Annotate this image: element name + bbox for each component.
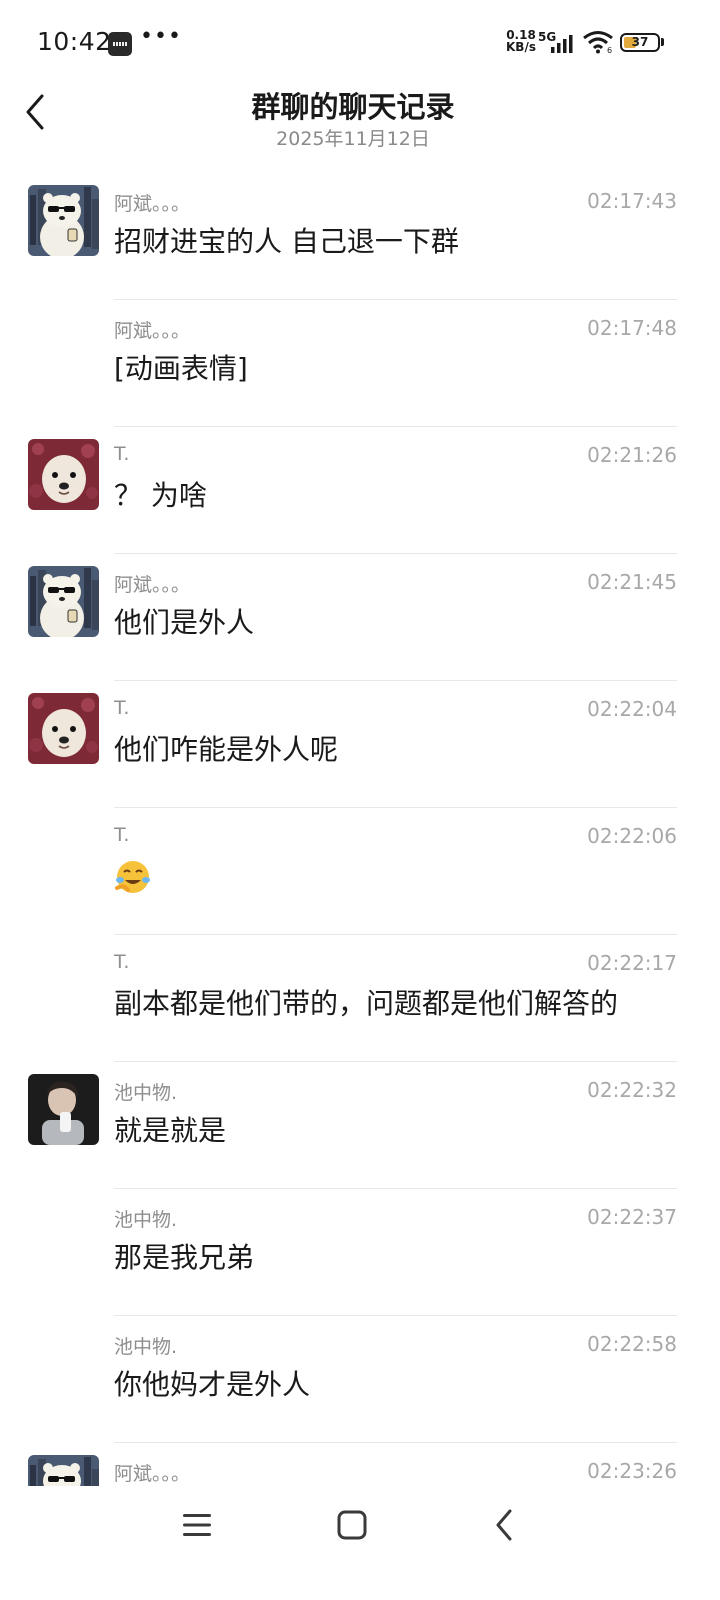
- laughing-crying-emoji-icon: [115, 861, 150, 893]
- more-notifications-icon: •••: [140, 24, 182, 49]
- network-speed-unit: KB/s: [506, 40, 536, 54]
- avatar-bear[interactable]: [28, 566, 99, 637]
- message-item[interactable]: 阿斌。。。 02:17:43 招财进宝的人 自己退一下群: [0, 173, 720, 300]
- avatar-dog[interactable]: [28, 439, 99, 510]
- message-text: 招财进宝的人 自己退一下群: [114, 225, 459, 258]
- message-sender: T.: [114, 697, 130, 719]
- message-sender: 池中物.: [114, 1082, 178, 1104]
- avatar-bear[interactable]: [28, 1455, 99, 1486]
- menu-icon[interactable]: [180, 1510, 214, 1540]
- message-item[interactable]: T. 02:22:06: [0, 808, 720, 935]
- message-list[interactable]: 阿斌。。。 02:17:43 招财进宝的人 自己退一下群 阿斌。。。 02:17…: [0, 173, 720, 1486]
- message-item[interactable]: 池中物. 02:22:32 就是就是: [0, 1062, 720, 1189]
- message-time: 02:22:17: [587, 951, 677, 975]
- chat-history-header: 群聊的聊天记录 2025年11月12日: [0, 80, 720, 160]
- message-text: 就是就是: [114, 1114, 227, 1147]
- status-bar: 10:42 ••• 0.18 KB/s 5G 6 37: [0, 0, 720, 80]
- message-item[interactable]: 阿斌。。。 02:21:45 他们是外人: [0, 554, 720, 681]
- message-time: 02:21:45: [587, 570, 677, 594]
- system-nav-bar: [0, 1486, 720, 1600]
- message-text: 你他妈才是外人: [114, 1368, 311, 1401]
- message-sender: T.: [114, 824, 130, 846]
- message-time: 02:22:58: [587, 1332, 677, 1356]
- message-item[interactable]: 阿斌。。。 02:17:48 [动画表情]: [0, 300, 720, 427]
- message-text: 那是我兄弟: [114, 1241, 255, 1274]
- back-triangle-icon[interactable]: [488, 1506, 522, 1544]
- message-text: ？ 为啥: [114, 479, 207, 512]
- message-time: 02:22:06: [587, 824, 677, 848]
- message-time: 02:23:26: [587, 1459, 677, 1483]
- sound-recorder-app-icon: [108, 32, 132, 56]
- page-title: 群聊的聊天记录: [251, 90, 455, 124]
- battery-tip: [661, 38, 664, 46]
- message-sender: 阿斌。。。: [114, 320, 191, 342]
- battery-level: 37: [631, 35, 649, 49]
- message-time: 02:22:32: [587, 1078, 677, 1102]
- message-sender: T.: [114, 443, 130, 465]
- network-speed: 0.18 KB/s: [504, 29, 538, 53]
- message-time: 02:22:04: [587, 697, 677, 721]
- message-sender: T.: [114, 951, 130, 973]
- avatar-bear[interactable]: [28, 185, 99, 256]
- message-sender: 阿斌。。。: [114, 574, 191, 596]
- message-time: 02:22:37: [587, 1205, 677, 1229]
- message-item[interactable]: T. 02:22:04 他们咋能是外人呢: [0, 681, 720, 808]
- avatar-man[interactable]: [28, 1074, 99, 1145]
- message-sender: 阿斌。。。: [114, 193, 191, 215]
- wifi-icon: 6: [583, 31, 613, 54]
- message-sender: 阿斌。。。: [114, 1463, 191, 1485]
- message-time: 02:21:26: [587, 443, 677, 467]
- battery-indicator: 37: [620, 33, 660, 52]
- cellular-signal-icon: [551, 35, 573, 53]
- status-time: 10:42: [37, 27, 112, 56]
- back-button[interactable]: [18, 92, 58, 136]
- message-sender: 池中物.: [114, 1209, 178, 1231]
- message-item[interactable]: 池中物. 02:22:58 你他妈才是外人: [0, 1316, 720, 1443]
- message-text: [动画表情]: [114, 352, 248, 385]
- home-square-icon[interactable]: [335, 1508, 369, 1542]
- message-item[interactable]: T. 02:21:26 ？ 为啥: [0, 427, 720, 554]
- svg-text:6: 6: [607, 46, 612, 54]
- avatar-dog[interactable]: [28, 693, 99, 764]
- message-item[interactable]: 池中物. 02:22:37 那是我兄弟: [0, 1189, 720, 1316]
- page-date: 2025年11月12日: [276, 128, 430, 150]
- message-text: 他们是外人: [114, 606, 255, 639]
- message-text: 他们咋能是外人呢: [114, 733, 339, 766]
- chevron-left-icon: [26, 94, 44, 130]
- message-text: 副本都是他们带的，问题都是他们解答的: [114, 987, 619, 1020]
- message-item[interactable]: 阿斌。。。 02:23:26: [0, 1443, 720, 1486]
- message-item[interactable]: T. 02:22:17 副本都是他们带的，问题都是他们解答的: [0, 935, 720, 1062]
- message-time: 02:17:43: [587, 189, 677, 213]
- message-time: 02:17:48: [587, 316, 677, 340]
- message-sender: 池中物.: [114, 1336, 178, 1358]
